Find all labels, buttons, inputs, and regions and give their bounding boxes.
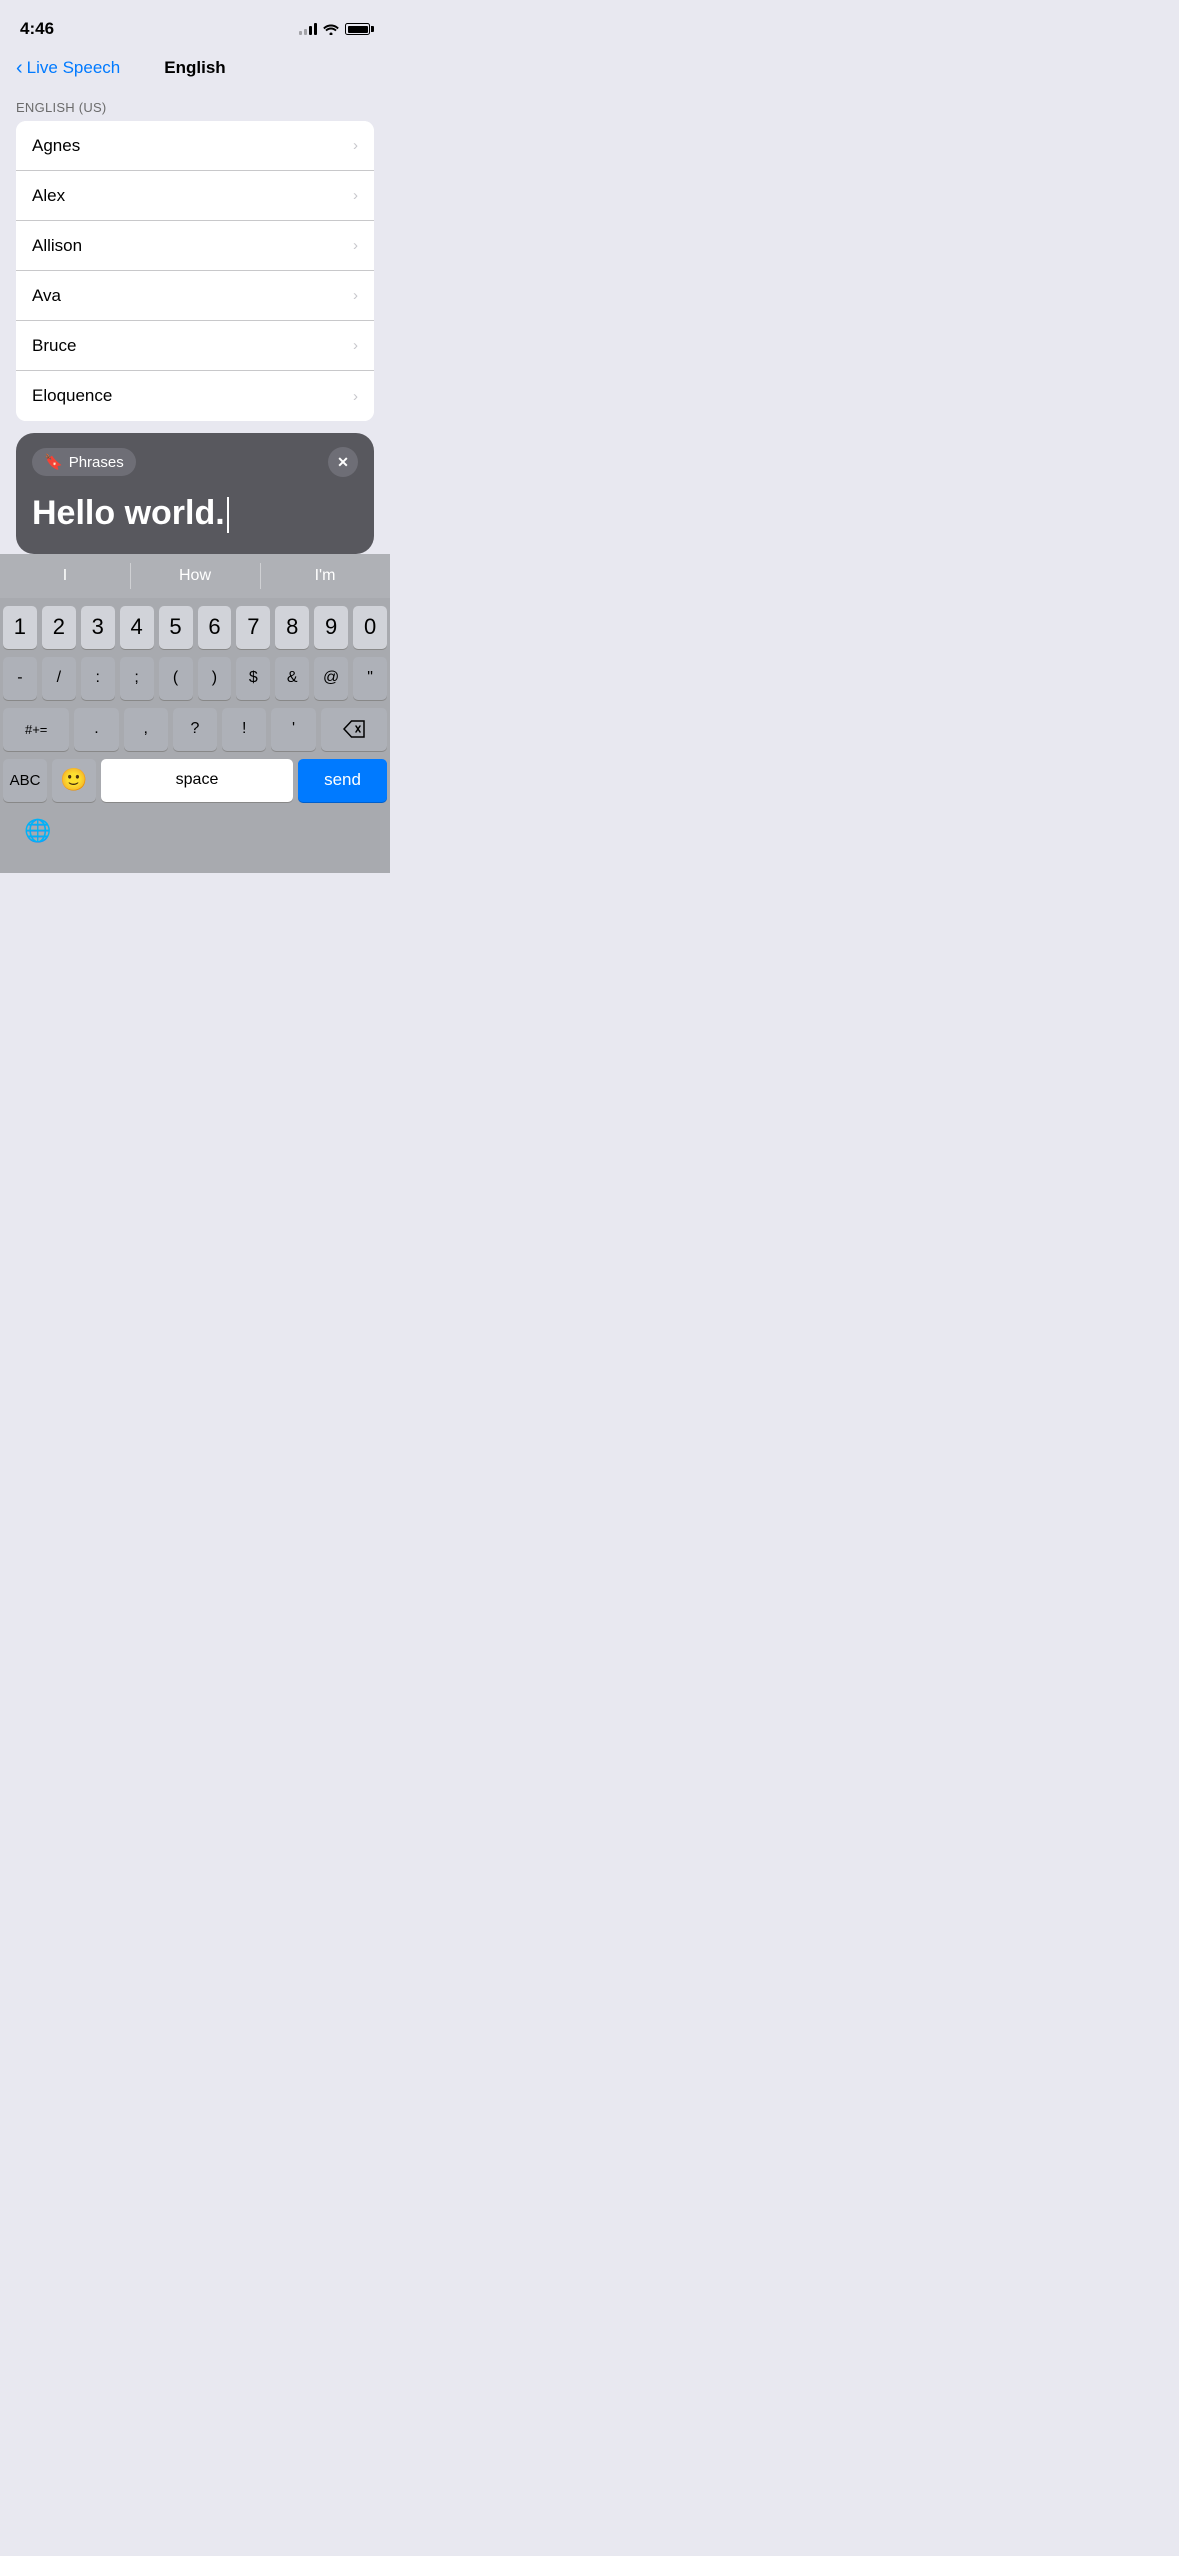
key-semicolon[interactable]: ; <box>120 657 154 700</box>
key-9[interactable]: 9 <box>314 606 348 649</box>
status-time: 4:46 <box>20 19 54 39</box>
key-7[interactable]: 7 <box>236 606 270 649</box>
globe-icon: 🌐 <box>24 818 51 844</box>
nav-title: English <box>164 58 225 78</box>
key-6[interactable]: 6 <box>198 606 232 649</box>
voice-bruce-label: Bruce <box>32 336 76 356</box>
battery-icon <box>345 23 370 35</box>
section-header: ENGLISH (US) <box>0 90 390 121</box>
suggestions-row: I How I'm <box>0 554 390 598</box>
symbol-row-2: #+= . , ? ! ' <box>0 700 390 751</box>
close-button[interactable]: ✕ <box>328 447 358 477</box>
key-open-paren[interactable]: ( <box>159 657 193 700</box>
suggestion-i[interactable]: I <box>0 554 130 598</box>
chevron-icon: › <box>353 287 358 304</box>
signal-icon <box>299 23 317 35</box>
emoji-key[interactable]: 🙂 <box>52 759 96 802</box>
phrases-overlay: 🔖 Phrases ✕ Hello world. <box>16 433 374 554</box>
chevron-icon: › <box>353 137 358 154</box>
key-close-paren[interactable]: ) <box>198 657 232 700</box>
key-5[interactable]: 5 <box>159 606 193 649</box>
key-minus[interactable]: - <box>3 657 37 700</box>
status-icons <box>299 23 370 35</box>
phrases-text: Hello world. <box>32 493 358 534</box>
text-cursor <box>227 497 229 533</box>
voice-agnes-label: Agnes <box>32 136 80 156</box>
list-item[interactable]: Alex › <box>16 171 374 221</box>
key-comma[interactable]: , <box>124 708 168 751</box>
voice-allison-label: Allison <box>32 236 82 256</box>
key-8[interactable]: 8 <box>275 606 309 649</box>
keyboard: I How I'm 1 2 3 4 5 6 7 8 9 0 - / : ; ( … <box>0 554 390 873</box>
chevron-icon: › <box>353 337 358 354</box>
key-2[interactable]: 2 <box>42 606 76 649</box>
phrases-label: Phrases <box>69 454 124 471</box>
list-item[interactable]: Eloquence › <box>16 371 374 421</box>
voice-ava-label: Ava <box>32 286 61 306</box>
abc-key[interactable]: ABC <box>3 759 47 802</box>
wifi-icon <box>323 23 339 35</box>
key-exclaim[interactable]: ! <box>222 708 266 751</box>
voice-list: Agnes › Alex › Allison › Ava › Bruce › E… <box>16 121 374 421</box>
back-button[interactable]: ‹ Live Speech <box>16 58 120 78</box>
bookmark-icon: 🔖 <box>44 453 63 471</box>
key-quote[interactable]: " <box>353 657 387 700</box>
chevron-icon: › <box>353 237 358 254</box>
voice-alex-label: Alex <box>32 186 65 206</box>
voice-eloquence-label: Eloquence <box>32 386 112 406</box>
space-label: space <box>176 771 219 789</box>
key-more-symbols[interactable]: #+= <box>3 708 69 751</box>
space-key[interactable]: space <box>101 759 293 802</box>
list-item[interactable]: Agnes › <box>16 121 374 171</box>
bottom-key-row: ABC 🙂 space send <box>0 751 390 806</box>
key-colon[interactable]: : <box>81 657 115 700</box>
emoji-icon: 🙂 <box>60 767 87 793</box>
key-slash[interactable]: / <box>42 657 76 700</box>
send-key[interactable]: send <box>298 759 387 802</box>
suggestion-how[interactable]: How <box>130 554 260 598</box>
chevron-icon: › <box>353 388 358 405</box>
globe-row: 🌐 <box>0 806 390 873</box>
key-4[interactable]: 4 <box>120 606 154 649</box>
symbol-row-1: - / : ; ( ) $ & @ " <box>0 649 390 700</box>
key-dollar[interactable]: $ <box>236 657 270 700</box>
key-period[interactable]: . <box>74 708 118 751</box>
key-1[interactable]: 1 <box>3 606 37 649</box>
phrases-header: 🔖 Phrases ✕ <box>32 447 358 477</box>
delete-key[interactable] <box>321 708 387 751</box>
phrases-badge[interactable]: 🔖 Phrases <box>32 448 136 476</box>
key-apostrophe[interactable]: ' <box>271 708 315 751</box>
key-3[interactable]: 3 <box>81 606 115 649</box>
list-item[interactable]: Bruce › <box>16 321 374 371</box>
send-label: send <box>324 770 361 790</box>
status-bar: 4:46 <box>0 0 390 50</box>
number-row: 1 2 3 4 5 6 7 8 9 0 <box>0 598 390 649</box>
back-label: Live Speech <box>27 58 121 78</box>
back-chevron-icon: ‹ <box>16 58 23 78</box>
suggestion-im[interactable]: I'm <box>260 554 390 598</box>
key-question[interactable]: ? <box>173 708 217 751</box>
key-at[interactable]: @ <box>314 657 348 700</box>
globe-key[interactable]: 🌐 <box>16 810 60 853</box>
nav-bar: ‹ Live Speech English <box>0 50 390 90</box>
key-ampersand[interactable]: & <box>275 657 309 700</box>
backspace-icon <box>343 720 365 738</box>
chevron-icon: › <box>353 187 358 204</box>
list-item[interactable]: Ava › <box>16 271 374 321</box>
abc-label: ABC <box>10 772 41 789</box>
key-0[interactable]: 0 <box>353 606 387 649</box>
list-item[interactable]: Allison › <box>16 221 374 271</box>
